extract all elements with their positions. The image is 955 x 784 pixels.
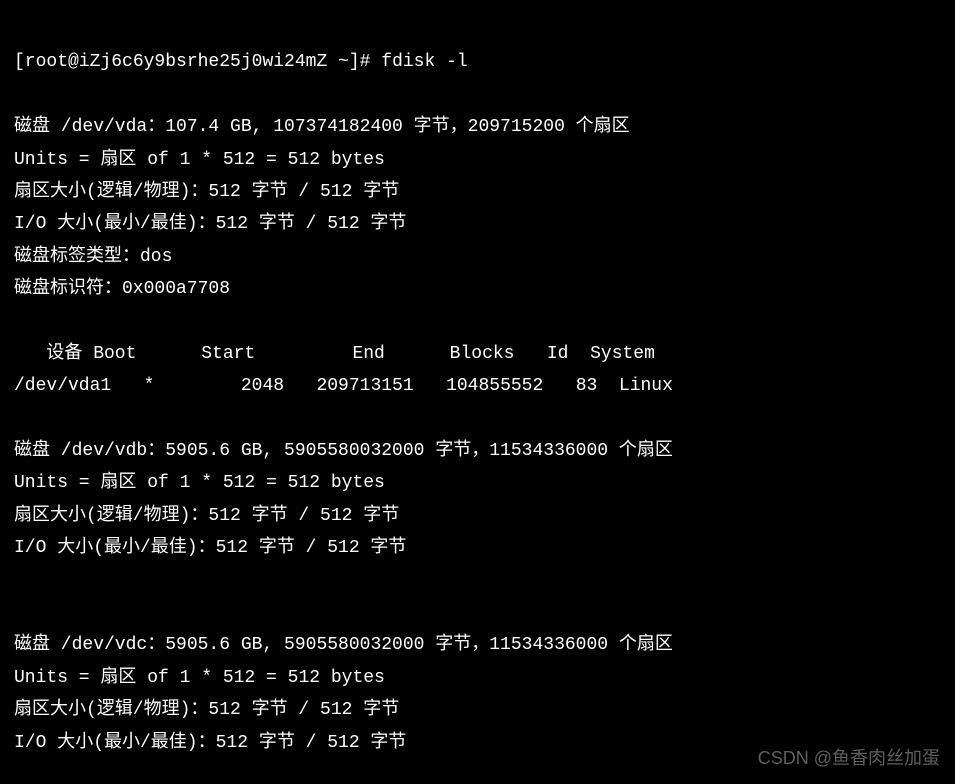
disk-vda-sector: 扇区大小(逻辑/物理)：512 字节 / 512 字节 (14, 182, 399, 202)
prompt-line: [root@iZj6c6y9bsrhe25j0wi24mZ ~]# fdisk … (14, 52, 468, 72)
partition-table-header: 设备 Boot Start End Blocks Id System (14, 344, 655, 364)
disk-vda-io: I/O 大小(最小/最佳)：512 字节 / 512 字节 (14, 214, 406, 234)
disk-vdc-io: I/O 大小(最小/最佳)：512 字节 / 512 字节 (14, 733, 406, 753)
disk-vdb-header: 磁盘 /dev/vdb：5905.6 GB, 5905580032000 字节，… (14, 441, 673, 461)
disk-vdb-sector: 扇区大小(逻辑/物理)：512 字节 / 512 字节 (14, 506, 399, 526)
disk-vdb-units: Units = 扇区 of 1 * 512 = 512 bytes (14, 473, 385, 493)
disk-vda-units: Units = 扇区 of 1 * 512 = 512 bytes (14, 150, 385, 170)
disk-vda-label: 磁盘标签类型：dos (14, 247, 172, 267)
disk-vdc-units: Units = 扇区 of 1 * 512 = 512 bytes (14, 668, 385, 688)
watermark: CSDN @鱼香肉丝加蛋 (758, 742, 940, 774)
disk-vdb-io: I/O 大小(最小/最佳)：512 字节 / 512 字节 (14, 538, 406, 558)
disk-vdc-sector: 扇区大小(逻辑/物理)：512 字节 / 512 字节 (14, 700, 399, 720)
partition-row: /dev/vda1 * 2048 209713151 104855552 83 … (14, 376, 673, 396)
disk-vda-header: 磁盘 /dev/vda：107.4 GB, 107374182400 字节，20… (14, 117, 630, 137)
disk-vdc-header: 磁盘 /dev/vdc：5905.6 GB, 5905580032000 字节，… (14, 635, 673, 655)
disk-vda-id: 磁盘标识符：0x000a7708 (14, 279, 230, 299)
